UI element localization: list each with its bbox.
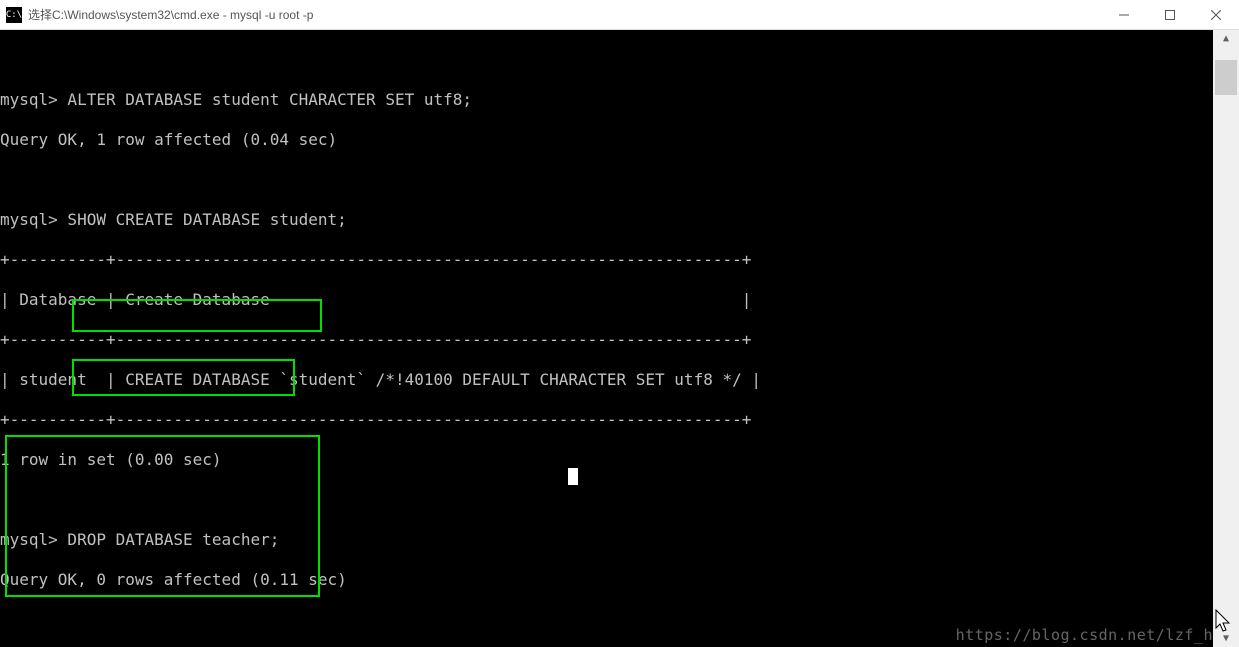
terminal-line: mysql> ALTER DATABASE student CHARACTER … [0,90,1213,110]
terminal-line: Query OK, 0 rows affected (0.11 sec) [0,570,1213,590]
terminal-line [0,490,1213,510]
watermark-text: https://blog.csdn.net/lzf_h [956,625,1213,645]
terminal-line [0,50,1213,70]
terminal-line: mysql> SHOW CREATE DATABASE student; [0,210,1213,230]
terminal-area[interactable]: mysql> ALTER DATABASE student CHARACTER … [0,30,1213,647]
close-button[interactable] [1193,0,1239,29]
scroll-up-arrow-icon[interactable]: ▲ [1213,30,1239,47]
terminal-line: Query OK, 1 row affected (0.04 sec) [0,130,1213,150]
text-cursor [568,468,578,485]
terminal-line [0,170,1213,190]
terminal-line: +----------+----------------------------… [0,410,1213,430]
cmd-icon: C:\ [6,7,22,23]
terminal-line: | Database | Create Database | [0,290,1213,310]
scrollbar-thumb[interactable] [1215,60,1237,95]
window-title: 选择C:\Windows\system32\cmd.exe - mysql -u… [28,6,1101,23]
maximize-button[interactable] [1147,0,1193,29]
terminal-line: | student | CREATE DATABASE `student` /*… [0,370,1213,390]
scroll-down-arrow-icon[interactable]: ▼ [1213,630,1239,647]
terminal-line: 1 row in set (0.00 sec) [0,450,1213,470]
window-titlebar: C:\ 选择C:\Windows\system32\cmd.exe - mysq… [0,0,1239,30]
minimize-button[interactable] [1101,0,1147,29]
terminal-line: +----------+----------------------------… [0,330,1213,350]
window-controls [1101,0,1239,29]
terminal-line: +----------+----------------------------… [0,250,1213,270]
terminal-line: mysql> DROP DATABASE teacher; [0,530,1213,550]
vertical-scrollbar[interactable]: ▲ ▼ [1213,30,1239,647]
